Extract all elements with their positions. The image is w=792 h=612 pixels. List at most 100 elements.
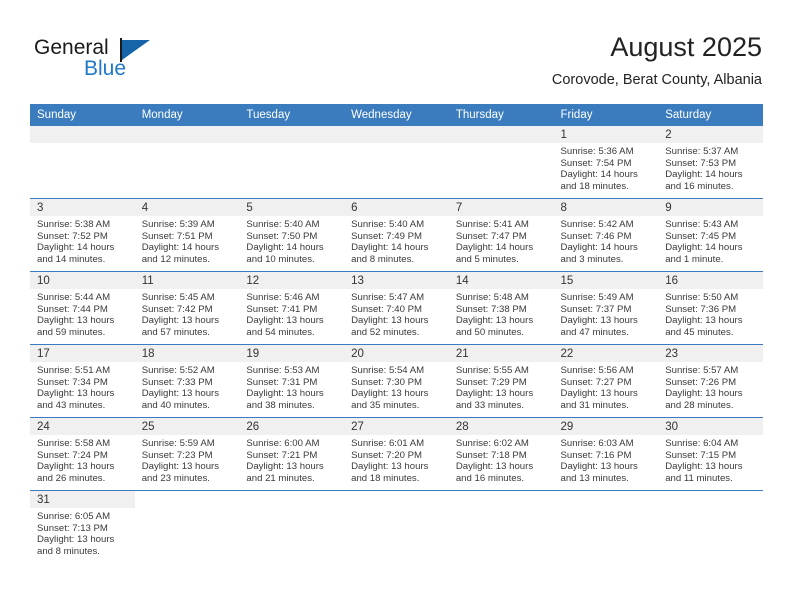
daylight-duration-line1: Daylight: 13 hours [141, 461, 220, 473]
calendar-day-cell[interactable]: 19 Sunrise: 5:53 AM Sunset: 7:31 PM Dayligh… [239, 344, 345, 418]
daylight-duration-line2: and 12 minutes. [141, 253, 210, 265]
day-details: Sunrise: 5:59 AM Sunset: 7:23 PM Daylight:… [135, 435, 240, 484]
daylight-duration-line1: Daylight: 13 hours [37, 534, 115, 546]
calendar-header-row: Sunday Monday Tuesday Wednesday Thursday… [30, 104, 763, 126]
day-number: 27 [344, 418, 449, 435]
day-number: 24 [30, 418, 135, 435]
day-number: 1 [553, 126, 659, 143]
daylight-duration-line1: Daylight: 13 hours [560, 315, 638, 327]
sunrise-time: Sunrise: 5:48 AM [455, 292, 529, 303]
calendar-day-cell[interactable]: 10 Sunrise: 5:44 AM Sunset: 7:44 PM Dayligh… [30, 271, 135, 345]
day-number: 22 [553, 345, 659, 362]
calendar-day-cell[interactable]: 11 Sunrise: 5:45 AM Sunset: 7:42 PM Dayligh… [134, 271, 240, 345]
calendar-day-cell[interactable]: 25 Sunrise: 5:59 AM Sunset: 7:23 PM Dayligh… [134, 417, 240, 491]
sunrise-time: Sunrise: 5:55 AM [455, 365, 529, 376]
daylight-duration-line1: Daylight: 14 hours [560, 242, 638, 254]
daylight-duration-line1: Daylight: 13 hours [455, 461, 534, 473]
sunset-time: Sunset: 7:41 PM [246, 303, 318, 315]
daylight-duration-line2: and 10 minutes. [246, 253, 315, 265]
calendar-day-cell[interactable]: 5 Sunrise: 5:40 AM Sunset: 7:50 PM Daylight… [239, 198, 345, 272]
sunrise-time: Sunrise: 5:39 AM [141, 219, 215, 230]
daylight-duration-line2: and 8 minutes. [37, 545, 100, 557]
day-number: 28 [448, 418, 554, 435]
calendar-day-cell[interactable]: 12 Sunrise: 5:46 AM Sunset: 7:41 PM Dayligh… [239, 271, 345, 345]
calendar-day-cell[interactable]: 17 Sunrise: 5:51 AM Sunset: 7:34 PM Dayligh… [30, 344, 135, 418]
calendar-day-cell[interactable]: 13 Sunrise: 5:47 AM Sunset: 7:40 PM Dayligh… [344, 271, 449, 345]
sunset-time: Sunset: 7:51 PM [141, 230, 213, 242]
page-header: General Blue August 2025 Corovode, Berat… [0, 0, 792, 104]
daylight-duration-line1: Daylight: 14 hours [246, 242, 324, 254]
daylight-duration-line2: and 28 minutes. [665, 399, 734, 411]
calendar-day-cell[interactable]: 30 Sunrise: 6:04 AM Sunset: 7:15 PM Dayligh… [658, 417, 763, 491]
daylight-duration-line1: Daylight: 14 hours [37, 242, 115, 254]
day-number: 19 [239, 345, 345, 362]
calendar-day-cell-empty [553, 490, 659, 579]
sunset-time: Sunset: 7:16 PM [560, 449, 632, 461]
day-number [239, 126, 345, 143]
day-details: Sunrise: 6:03 AM Sunset: 7:16 PM Daylight:… [554, 435, 659, 484]
calendar-day-cell-empty [448, 490, 554, 579]
daylight-duration-line1: Daylight: 13 hours [560, 461, 638, 473]
calendar-day-cell[interactable]: 22 Sunrise: 5:56 AM Sunset: 7:27 PM Dayligh… [553, 344, 659, 418]
day-number: 14 [448, 272, 554, 289]
weekday-header-saturday: Saturday [658, 104, 763, 126]
daylight-duration-line2: and 57 minutes. [141, 326, 210, 338]
sunrise-time: Sunrise: 5:40 AM [246, 219, 320, 230]
weekday-header-wednesday: Wednesday [344, 104, 449, 126]
daylight-duration-line1: Daylight: 13 hours [246, 461, 324, 473]
day-number: 16 [658, 272, 763, 289]
calendar-week-row: 3 Sunrise: 5:38 AM Sunset: 7:52 PM Daylight… [30, 198, 763, 272]
calendar-day-cell[interactable]: 9 Sunrise: 5:43 AM Sunset: 7:45 PM Daylight… [658, 198, 763, 272]
calendar-day-cell[interactable]: 8 Sunrise: 5:42 AM Sunset: 7:46 PM Daylight… [553, 198, 659, 272]
sunset-time: Sunset: 7:42 PM [141, 303, 213, 315]
calendar-day-cell[interactable]: 2 Sunrise: 5:37 AM Sunset: 7:53 PM Daylight… [658, 126, 763, 199]
sunset-time: Sunset: 7:47 PM [455, 230, 527, 242]
calendar-day-cell[interactable]: 20 Sunrise: 5:54 AM Sunset: 7:30 PM Dayligh… [344, 344, 449, 418]
calendar-day-cell[interactable]: 28 Sunrise: 6:02 AM Sunset: 7:18 PM Dayligh… [448, 417, 554, 491]
daylight-duration-line2: and 11 minutes. [665, 472, 733, 484]
sunset-time: Sunset: 7:38 PM [455, 303, 527, 315]
daylight-duration-line1: Daylight: 14 hours [665, 169, 743, 181]
daylight-duration-line1: Daylight: 14 hours [141, 242, 220, 254]
weekday-header-tuesday: Tuesday [239, 104, 345, 126]
daylight-duration-line2: and 45 minutes. [665, 326, 734, 338]
calendar-day-cell[interactable]: 1 Sunrise: 5:36 AM Sunset: 7:54 PM Daylight… [553, 126, 659, 199]
calendar-day-cell-empty [134, 490, 240, 579]
page-title: August 2025 [610, 32, 762, 62]
daylight-duration-line1: Daylight: 14 hours [351, 242, 429, 254]
calendar-day-cell[interactable]: 29 Sunrise: 6:03 AM Sunset: 7:16 PM Dayligh… [553, 417, 659, 491]
day-number: 26 [239, 418, 345, 435]
sunset-time: Sunset: 7:40 PM [351, 303, 423, 315]
day-number [448, 126, 554, 143]
daylight-duration-line1: Daylight: 13 hours [455, 315, 534, 327]
daylight-duration-line2: and 18 minutes. [351, 472, 420, 484]
calendar-day-cell[interactable]: 26 Sunrise: 6:00 AM Sunset: 7:21 PM Dayligh… [239, 417, 345, 491]
calendar-day-cell[interactable]: 3 Sunrise: 5:38 AM Sunset: 7:52 PM Daylight… [30, 198, 135, 272]
calendar-day-cell[interactable]: 16 Sunrise: 5:50 AM Sunset: 7:36 PM Dayligh… [658, 271, 763, 345]
daylight-duration-line1: Daylight: 13 hours [141, 315, 220, 327]
calendar-day-cell[interactable]: 18 Sunrise: 5:52 AM Sunset: 7:33 PM Dayligh… [134, 344, 240, 418]
daylight-duration-line1: Daylight: 13 hours [455, 388, 534, 400]
page-subtitle-location: Corovode, Berat County, Albania [551, 72, 762, 88]
daylight-duration-line1: Daylight: 14 hours [665, 242, 743, 254]
day-number [344, 491, 449, 508]
calendar-day-cell[interactable]: 24 Sunrise: 5:58 AM Sunset: 7:24 PM Dayligh… [30, 417, 135, 491]
day-details: Sunrise: 5:42 AM Sunset: 7:46 PM Daylight:… [554, 216, 659, 265]
calendar-day-cell[interactable]: 7 Sunrise: 5:41 AM Sunset: 7:47 PM Daylight… [448, 198, 554, 272]
daylight-duration-line1: Daylight: 13 hours [560, 388, 638, 400]
day-number [239, 491, 345, 508]
calendar-week-row: 1 Sunrise: 5:36 AM Sunset: 7:54 PM Daylight… [30, 126, 763, 199]
calendar-day-cell[interactable]: 21 Sunrise: 5:55 AM Sunset: 7:29 PM Dayligh… [448, 344, 554, 418]
day-details: Sunrise: 5:53 AM Sunset: 7:31 PM Daylight:… [239, 362, 344, 411]
calendar-day-cell[interactable]: 6 Sunrise: 5:40 AM Sunset: 7:49 PM Daylight… [344, 198, 449, 272]
calendar-day-cell[interactable]: 15 Sunrise: 5:49 AM Sunset: 7:37 PM Dayligh… [553, 271, 659, 345]
daylight-duration-line1: Daylight: 13 hours [37, 388, 115, 400]
calendar-day-cell[interactable]: 27 Sunrise: 6:01 AM Sunset: 7:20 PM Dayligh… [344, 417, 449, 491]
calendar-day-cell[interactable]: 31 Sunrise: 6:05 AM Sunset: 7:13 PM Dayligh… [30, 490, 135, 579]
calendar-day-cell[interactable]: 4 Sunrise: 5:39 AM Sunset: 7:51 PM Daylight… [134, 198, 240, 272]
calendar-day-cell[interactable]: 23 Sunrise: 5:57 AM Sunset: 7:26 PM Dayligh… [658, 344, 763, 418]
day-details: Sunrise: 6:02 AM Sunset: 7:18 PM Daylight:… [449, 435, 554, 484]
calendar-day-cell[interactable]: 14 Sunrise: 5:48 AM Sunset: 7:38 PM Dayligh… [448, 271, 554, 345]
daylight-duration-line2: and 38 minutes. [246, 399, 315, 411]
calendar-page: General Blue August 2025 Corovode, Berat… [0, 0, 792, 612]
